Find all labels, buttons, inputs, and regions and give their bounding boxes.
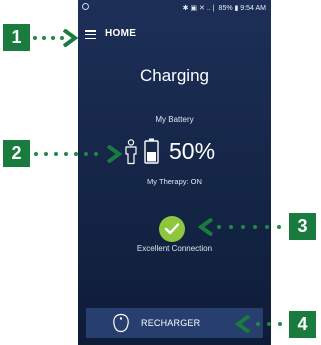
therapy-status: My Therapy: ON: [147, 177, 202, 186]
connection-status: Excellent Connection: [136, 244, 213, 253]
charging-status: Charging: [140, 66, 209, 85]
connection-check-icon: [159, 216, 185, 242]
phone-screen: ✱ ▣ ✕ ..❘ 85% ▮ 9:54 AM HOME Charging My…: [78, 0, 271, 345]
callout-2-arrow-icon: [106, 145, 122, 163]
battery-fill: [147, 152, 156, 162]
callout-2-dots: [34, 152, 104, 156]
person-icon: [125, 139, 137, 165]
callout-1: 1: [3, 24, 30, 51]
recharger-button-label: RECHARGER: [141, 318, 201, 328]
status-indicators: ✱ ▣ ✕ ..❘ 85% ▮ 9:54 AM: [182, 5, 266, 12]
callout-4: 4: [289, 311, 316, 338]
battery-icon: [144, 138, 159, 164]
battery-label: My Battery: [155, 115, 194, 124]
notification-icon: [82, 3, 89, 10]
recharger-device-icon: [113, 313, 129, 333]
callout-3: 3: [289, 213, 316, 240]
callout-1-arrow-icon: [62, 29, 78, 47]
battery-percent: 50%: [169, 138, 216, 164]
callout-1-dots: [33, 36, 64, 40]
callout-3-arrow-icon: [198, 218, 214, 236]
status-bar: ✱ ▣ ✕ ..❘ 85% ▮ 9:54 AM: [78, 0, 271, 17]
menu-icon[interactable]: [85, 30, 96, 40]
callout-4-dots: [256, 322, 286, 326]
page-title: HOME: [105, 28, 137, 39]
callout-2: 2: [3, 140, 30, 167]
app-bar: HOME: [78, 23, 271, 47]
check-icon: [164, 223, 180, 235]
callout-4-arrow-icon: [235, 315, 251, 333]
callout-3-dots: [217, 225, 283, 229]
